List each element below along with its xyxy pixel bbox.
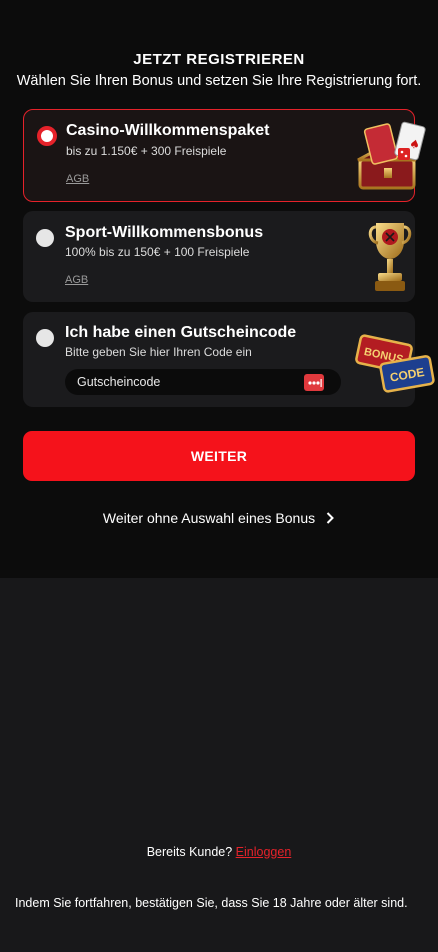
bonus-title: Casino-Willkommenspaket	[66, 122, 270, 139]
page-title: JETZT REGISTRIEREN	[133, 51, 305, 68]
existing-customer-text: Bereits Kunde?	[146, 845, 233, 859]
age-confirmation-text: Indem Sie fortfahren, bestätigen Sie, da…	[15, 896, 408, 910]
terms-link[interactable]: AGB	[65, 274, 88, 286]
casino-chest-icon: ♠	[357, 121, 426, 190]
chevron-right-icon	[325, 511, 335, 528]
bonus-description: bis zu 1.150€ + 300 Freispiele	[66, 144, 227, 158]
bonus-description: 100% bis zu 150€ + 100 Freispiele	[65, 245, 250, 259]
bonus-description: Bitte geben Sie hier Ihren Code ein	[65, 345, 252, 359]
radio-sport[interactable]	[36, 229, 54, 247]
voucher-code-field[interactable]	[65, 369, 341, 395]
continue-button[interactable]: WEITER	[23, 431, 415, 481]
bonus-code-tickets-icon: BONUS CODE	[355, 334, 435, 393]
skip-bonus-link[interactable]: Weiter ohne Auswahl eines Bonus	[0, 510, 438, 528]
terms-link[interactable]: AGB	[66, 173, 89, 185]
voucher-code-input[interactable]	[77, 369, 297, 395]
bonus-option-casino[interactable]: Casino-Willkommenspaket bis zu 1.150€ + …	[23, 109, 426, 202]
radio-voucher[interactable]	[36, 329, 54, 347]
bonus-title: Sport-Willkommensbonus	[65, 224, 264, 241]
skip-bonus-label: Weiter ohne Auswahl eines Bonus	[102, 510, 316, 526]
trophy-icon	[368, 223, 412, 291]
password-manager-icon[interactable]	[304, 374, 324, 391]
radio-casino-selected[interactable]	[37, 126, 57, 146]
bonus-option-voucher[interactable]: Ich habe einen Gutscheincode Bitte geben…	[23, 312, 435, 407]
bonus-title: Ich habe einen Gutscheincode	[65, 324, 297, 341]
page-subtitle: Wählen Sie Ihren Bonus und setzen Sie Ih…	[16, 73, 422, 89]
login-prompt: Bereits Kunde? Einloggen	[0, 845, 438, 859]
bonus-option-sport[interactable]: Sport-Willkommensbonus 100% bis zu 150€ …	[23, 211, 415, 302]
login-link[interactable]: Einloggen	[236, 845, 292, 859]
